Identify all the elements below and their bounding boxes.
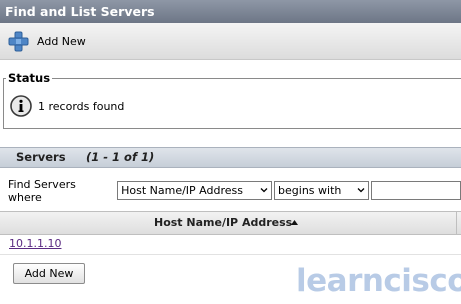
- operator-select-value: begins with: [278, 184, 342, 197]
- field-select-value: Host Name/IP Address: [121, 184, 243, 197]
- status-legend: Status: [6, 71, 53, 85]
- toolbar: Add New: [0, 23, 461, 60]
- table-header: Host Name/IP Address: [0, 211, 461, 235]
- status-message: 1 records found: [38, 99, 125, 113]
- servers-count: (1 - 1 of 1): [86, 150, 155, 164]
- row-divider: [0, 254, 461, 255]
- page-title: Find and List Servers: [0, 0, 461, 23]
- watermark-logo: learncisco: [296, 263, 461, 299]
- toolbar-add-new-button[interactable]: Add New: [8, 30, 86, 52]
- info-icon: [10, 95, 32, 117]
- add-new-button[interactable]: Add New: [13, 263, 85, 284]
- operator-select[interactable]: begins with: [274, 181, 370, 200]
- find-filter-row: Find Servers where Host Name/IP Address …: [8, 177, 461, 204]
- find-label: Find Servers where: [8, 177, 76, 204]
- search-input[interactable]: [371, 181, 461, 200]
- chevron-down-icon: [357, 188, 365, 193]
- servers-section-header: Servers (1 - 1 of 1): [0, 147, 461, 168]
- chevron-down-icon: [260, 188, 268, 193]
- sort-ascending-icon[interactable]: [291, 220, 298, 225]
- add-plus-icon: [8, 31, 29, 51]
- field-select[interactable]: Host Name/IP Address: [117, 181, 273, 200]
- column-header-host[interactable]: Host Name/IP Address: [154, 212, 292, 234]
- servers-title: Servers: [16, 150, 66, 164]
- toolbar-add-new-label: Add New: [37, 34, 86, 48]
- server-link[interactable]: 10.1.1.10: [9, 237, 61, 250]
- status-message-row: 1 records found: [10, 95, 124, 117]
- column-divider: [456, 212, 457, 234]
